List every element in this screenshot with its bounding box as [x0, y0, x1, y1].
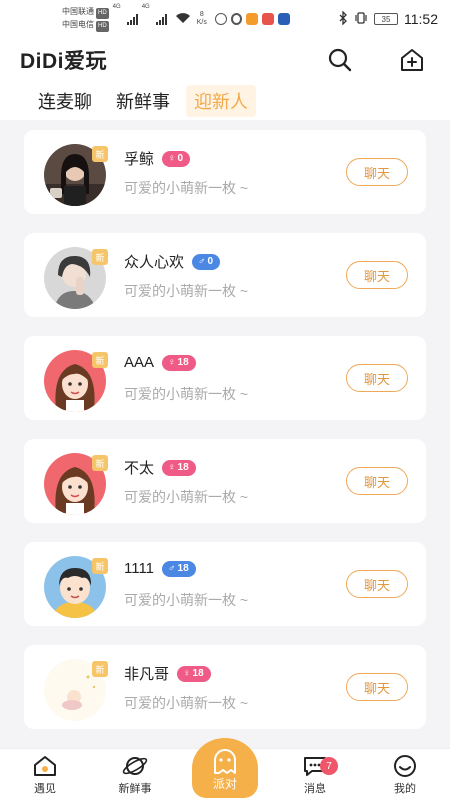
nav-label: 新鲜事 — [118, 783, 152, 795]
missed-call-icon — [214, 13, 227, 25]
chat-button[interactable]: 聊天 — [346, 261, 408, 289]
tab-voice-chat[interactable]: 连麦聊 — [38, 85, 92, 117]
alarm-icon — [230, 13, 242, 25]
female-icon: ♀ — [183, 668, 191, 679]
new-user-tag: 新 — [92, 352, 108, 368]
carrier-1: 中国联通 — [62, 7, 94, 16]
user-bio: 可爱的小萌新一枚 ~ — [124, 489, 249, 505]
user-card[interactable]: 新 非凡哥 ♀ 18 可爱的小萌新一枚 ~ 聊天 — [24, 645, 426, 729]
nav-label: 消息 — [304, 783, 326, 795]
nav-news[interactable]: 新鲜事 — [90, 749, 180, 800]
gender-age-badge: ♀ 18 — [162, 354, 196, 371]
user-bio: 可爱的小萌新一枚 ~ — [124, 695, 249, 711]
user-name: 孚鲸 — [124, 151, 155, 168]
gender-age-badge: ♂ 0 — [192, 253, 221, 270]
user-name: AAA — [124, 354, 155, 371]
gender-age-badge: ♂ 18 — [162, 560, 196, 577]
user-name: 众人心欢 — [124, 254, 185, 271]
gender-age-badge: ♀ 0 — [162, 150, 191, 167]
user-card[interactable]: 新 AAA ♀ 18 可爱的小萌新一枚 ~ 聊天 — [24, 336, 426, 420]
nav-label: 我的 — [394, 783, 416, 795]
network-speed: 8 K/s — [196, 11, 207, 26]
tab-bar: 连麦聊 新鲜事 迎新人 — [0, 82, 450, 120]
user-card[interactable]: 新 孚鲸 ♀ 0 可爱的小萌新一枚 ~ 聊天 — [24, 130, 426, 214]
new-user-tag: 新 — [92, 558, 108, 574]
signal-icon — [126, 13, 138, 25]
app-header: DiDi爱玩 — [0, 38, 450, 82]
user-name: 不太 — [124, 460, 155, 477]
network-type-1: 4G — [112, 4, 121, 10]
user-bio: 可爱的小萌新一枚 ~ — [124, 283, 249, 299]
female-icon: ♀ — [168, 153, 176, 164]
male-icon: ♂ — [168, 563, 176, 574]
user-card[interactable]: 新 众人心欢 ♂ 0 可爱的小萌新一枚 ~ 聊天 — [24, 233, 426, 317]
gender-age-badge: ♀ 18 — [177, 665, 211, 682]
nav-mine[interactable]: 我的 — [360, 749, 450, 800]
user-name: 1111 — [124, 560, 155, 577]
new-user-tag: 新 — [92, 455, 108, 471]
male-icon: ♂ — [198, 256, 206, 267]
tab-welcome-new[interactable]: 迎新人 — [186, 85, 256, 117]
music-app-icon — [277, 13, 290, 25]
user-bio: 可爱的小萌新一枚 ~ — [124, 386, 249, 402]
chat-button[interactable]: 聊天 — [346, 158, 408, 186]
planet-icon — [122, 757, 148, 775]
gender-age-badge: ♀ 18 — [162, 459, 196, 476]
smile-icon — [394, 755, 416, 777]
tab-news[interactable]: 新鲜事 — [116, 85, 170, 117]
user-name: 非凡哥 — [124, 666, 170, 683]
notification-icons — [214, 13, 290, 25]
chat-button[interactable]: 聊天 — [346, 673, 408, 701]
user-bio: 可爱的小萌新一枚 ~ — [124, 592, 249, 608]
battery-icon: 35 — [374, 13, 398, 25]
female-icon: ♀ — [168, 462, 176, 473]
user-card[interactable]: 新 1111 ♂ 18 可爱的小萌新一枚 ~ 聊天 — [24, 542, 426, 626]
party-label: 派对 — [212, 777, 237, 791]
new-user-tag: 新 — [92, 661, 108, 677]
video-app-icon — [245, 13, 258, 25]
app-title: DiDi爱玩 — [20, 50, 107, 73]
female-icon: ♀ — [168, 357, 176, 368]
party-button[interactable]: 派对 — [192, 738, 258, 798]
unread-badge: 7 — [320, 757, 338, 775]
user-bio: 可爱的小萌新一枚 ~ — [124, 180, 249, 196]
status-time: 11:52 — [404, 11, 438, 27]
chat-button[interactable]: 聊天 — [346, 467, 408, 495]
bluetooth-icon — [338, 9, 348, 28]
nav-label: 遇见 — [34, 783, 56, 795]
search-icon[interactable] — [326, 46, 354, 74]
home-icon — [34, 756, 56, 776]
network-type-2: 4G — [141, 4, 150, 10]
game-app-icon — [261, 13, 274, 25]
new-user-tag: 新 — [92, 146, 108, 162]
vibrate-icon — [354, 11, 368, 28]
chat-button[interactable]: 聊天 — [346, 364, 408, 392]
house-plus-icon[interactable] — [398, 46, 426, 74]
carrier-info: 中国联通 HD 中国电信 HD — [62, 6, 109, 32]
status-bar: 中国联通 HD 中国电信 HD 4G 4G 8 K/s 35 11:52 — [0, 0, 450, 38]
ghost-icon — [214, 749, 236, 774]
user-card[interactable]: 新 不太 ♀ 18 可爱的小萌新一枚 ~ 聊天 — [24, 439, 426, 523]
user-list: 新 孚鲸 ♀ 0 可爱的小萌新一枚 ~ 聊天 新 众人心欢 ♂ 0 可爱的小萌新一枚… — [0, 120, 450, 748]
wifi-icon — [175, 12, 191, 27]
new-user-tag: 新 — [92, 249, 108, 265]
nav-messages[interactable]: 7 消息 — [270, 749, 360, 800]
hd-badge: HD — [96, 21, 109, 32]
hd-badge: HD — [96, 8, 109, 19]
chat-button[interactable]: 聊天 — [346, 570, 408, 598]
carrier-2: 中国电信 — [62, 20, 94, 29]
signal-icon — [155, 13, 167, 25]
nav-meet[interactable]: 遇见 — [0, 749, 90, 800]
